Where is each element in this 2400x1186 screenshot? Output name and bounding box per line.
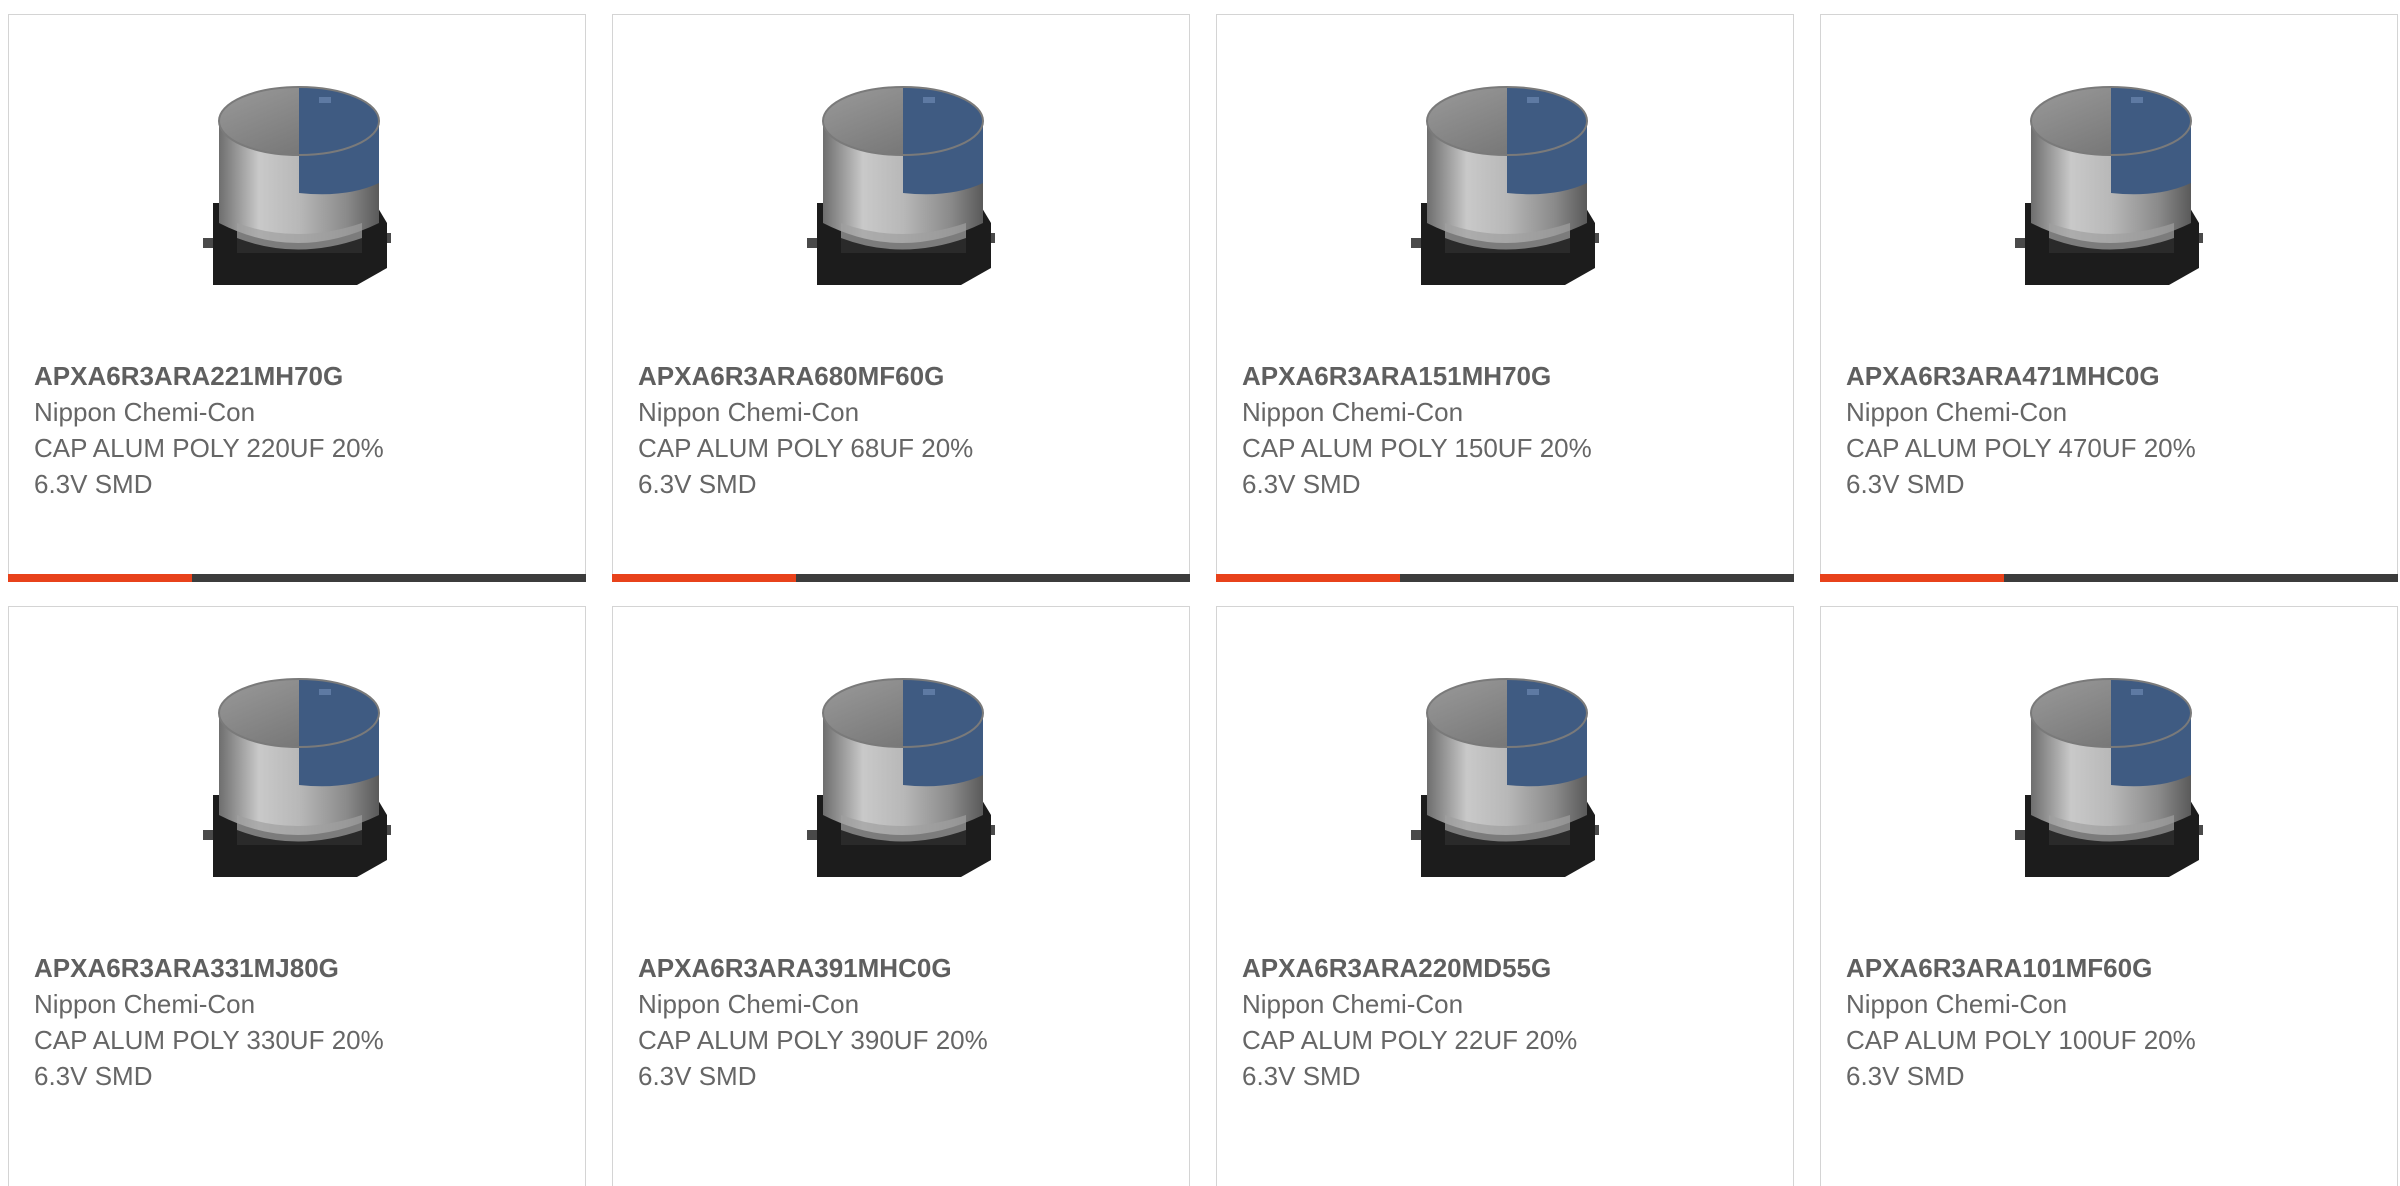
part-number[interactable]: APXA6R3ARA220MD55G — [1242, 950, 1773, 986]
product-description: CAP ALUM POLY 470UF 20% 6.3V SMD — [1846, 433, 2196, 499]
part-number[interactable]: APXA6R3ARA331MJ80G — [34, 950, 565, 986]
product-description: CAP ALUM POLY 150UF 20% 6.3V SMD — [1242, 433, 1592, 499]
product-card[interactable]: APXA6R3ARA471MHC0G Nippon Chemi-Con CAP … — [1820, 14, 2398, 582]
part-number[interactable]: APXA6R3ARA471MHC0G — [1846, 358, 2377, 394]
capacitor-image — [1821, 665, 2397, 895]
manufacturer: Nippon Chemi-Con — [638, 989, 860, 1019]
part-number[interactable]: APXA6R3ARA151MH70G — [1242, 358, 1773, 394]
product-card[interactable]: APXA6R3ARA331MJ80G Nippon Chemi-Con CAP … — [8, 606, 586, 1186]
card-footer-bar — [1216, 574, 1794, 582]
product-description: CAP ALUM POLY 22UF 20% 6.3V SMD — [1242, 1025, 1578, 1091]
product-description: CAP ALUM POLY 330UF 20% 6.3V SMD — [34, 1025, 384, 1091]
product-card[interactable]: APXA6R3ARA391MHC0G Nippon Chemi-Con CAP … — [612, 606, 1190, 1186]
card-accent-bar — [1820, 574, 2004, 582]
capacitor-image — [613, 73, 1189, 303]
product-grid: APXA6R3ARA221MH70G Nippon Chemi-Con CAP … — [8, 14, 2400, 1186]
product-description: CAP ALUM POLY 390UF 20% 6.3V SMD — [638, 1025, 988, 1091]
capacitor-image — [1821, 73, 2397, 303]
capacitor-image — [1217, 73, 1793, 303]
product-card[interactable]: APXA6R3ARA221MH70G Nippon Chemi-Con CAP … — [8, 14, 586, 582]
manufacturer: Nippon Chemi-Con — [638, 397, 860, 427]
card-accent-bar — [1216, 574, 1400, 582]
manufacturer: Nippon Chemi-Con — [1242, 989, 1464, 1019]
part-number[interactable]: APXA6R3ARA680MF60G — [638, 358, 1169, 394]
manufacturer: Nippon Chemi-Con — [34, 989, 256, 1019]
product-description: CAP ALUM POLY 68UF 20% 6.3V SMD — [638, 433, 974, 499]
product-description: CAP ALUM POLY 220UF 20% 6.3V SMD — [34, 433, 384, 499]
manufacturer: Nippon Chemi-Con — [1846, 397, 2068, 427]
product-card[interactable]: APXA6R3ARA680MF60G Nippon Chemi-Con CAP … — [612, 14, 1190, 582]
part-number[interactable]: APXA6R3ARA391MHC0G — [638, 950, 1169, 986]
capacitor-image — [1217, 665, 1793, 895]
card-footer-bar — [1820, 574, 2398, 582]
product-card[interactable]: APXA6R3ARA151MH70G Nippon Chemi-Con CAP … — [1216, 14, 1794, 582]
card-accent-bar — [612, 574, 796, 582]
part-number[interactable]: APXA6R3ARA101MF60G — [1846, 950, 2377, 986]
card-footer-bar — [8, 574, 586, 582]
manufacturer: Nippon Chemi-Con — [1242, 397, 1464, 427]
product-card[interactable]: APXA6R3ARA220MD55G Nippon Chemi-Con CAP … — [1216, 606, 1794, 1186]
capacitor-image — [613, 665, 1189, 895]
manufacturer: Nippon Chemi-Con — [34, 397, 256, 427]
capacitor-image — [9, 73, 585, 303]
product-description: CAP ALUM POLY 100UF 20% 6.3V SMD — [1846, 1025, 2196, 1091]
manufacturer: Nippon Chemi-Con — [1846, 989, 2068, 1019]
part-number[interactable]: APXA6R3ARA221MH70G — [34, 358, 565, 394]
product-card[interactable]: APXA6R3ARA101MF60G Nippon Chemi-Con CAP … — [1820, 606, 2398, 1186]
card-accent-bar — [8, 574, 192, 582]
capacitor-image — [9, 665, 585, 895]
card-footer-bar — [612, 574, 1190, 582]
